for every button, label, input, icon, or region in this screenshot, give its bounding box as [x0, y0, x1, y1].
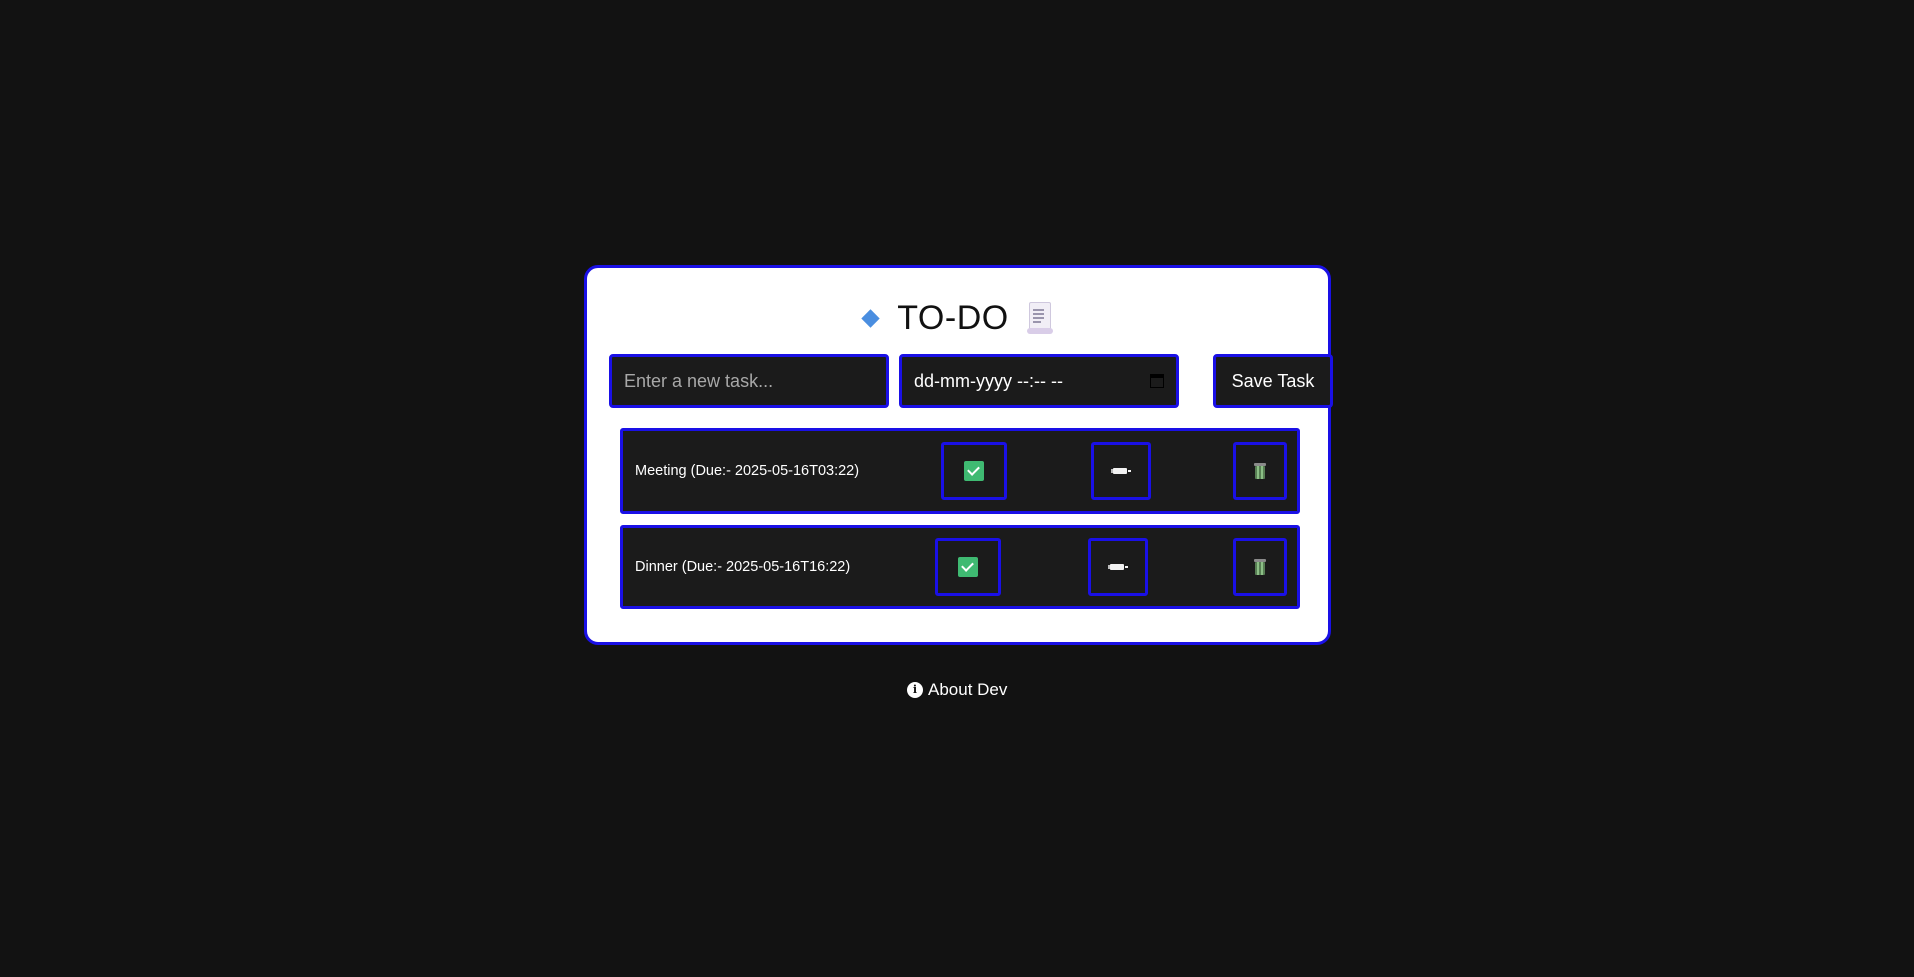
edit-task-button[interactable] — [1091, 442, 1151, 500]
pencil-icon — [1111, 468, 1131, 474]
blue-diamond-icon — [861, 308, 880, 328]
edit-task-button[interactable] — [1088, 538, 1148, 596]
title-row: TO-DO — [587, 292, 1328, 344]
scroll-icon — [1026, 302, 1053, 334]
task-text: Meeting (Due:- 2025-05-16T03:22) — [635, 463, 860, 479]
todo-card: TO-DO dd-mm-yyyy --:-- -- Save Task Meet… — [584, 265, 1333, 645]
complete-task-button[interactable] — [935, 538, 1001, 596]
task-text: Dinner (Due:- 2025-05-16T16:22) — [635, 559, 851, 575]
task-input[interactable] — [609, 354, 889, 408]
task-item: Meeting (Due:- 2025-05-16T03:22) — [620, 428, 1300, 514]
due-date-input[interactable]: dd-mm-yyyy --:-- -- — [899, 354, 1179, 408]
task-form: dd-mm-yyyy --:-- -- Save Task — [609, 354, 1333, 408]
trash-icon — [1254, 463, 1266, 479]
trash-icon — [1254, 559, 1266, 575]
check-icon — [958, 557, 978, 577]
delete-task-button[interactable] — [1233, 442, 1287, 500]
calendar-icon[interactable] — [1150, 374, 1164, 388]
page-title: TO-DO — [897, 298, 1009, 337]
check-icon — [964, 461, 984, 481]
info-icon: i — [907, 682, 923, 698]
due-date-placeholder: dd-mm-yyyy --:-- -- — [914, 370, 1063, 391]
complete-task-button[interactable] — [941, 442, 1007, 500]
task-item: Dinner (Due:- 2025-05-16T16:22) — [620, 525, 1300, 609]
delete-task-button[interactable] — [1233, 538, 1287, 596]
save-task-button[interactable]: Save Task — [1213, 354, 1333, 408]
about-dev-link[interactable]: i About Dev — [907, 680, 1007, 700]
pencil-icon — [1108, 564, 1128, 570]
about-dev-label: About Dev — [928, 680, 1008, 699]
